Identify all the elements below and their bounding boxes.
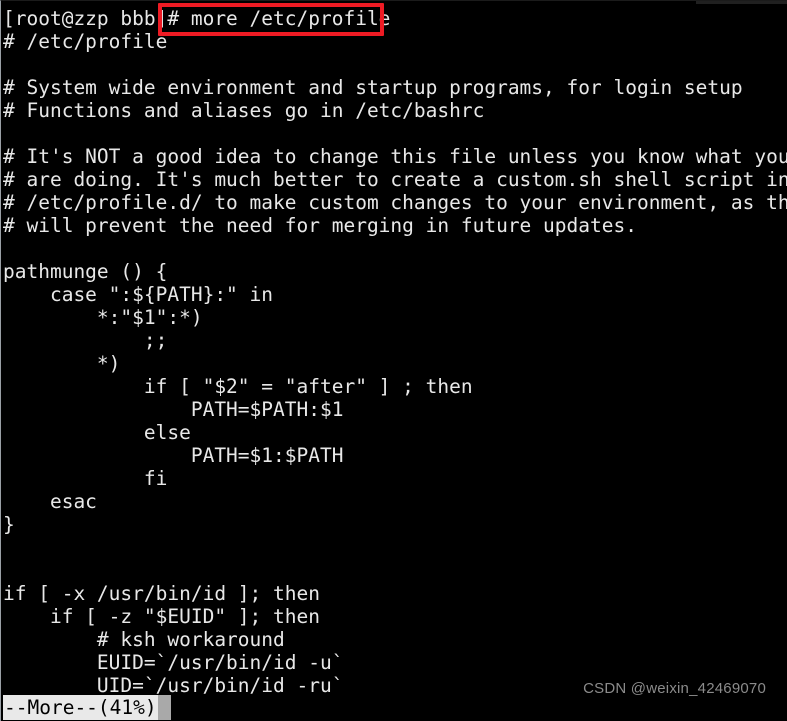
terminal-line: case ":${PATH}:" in xyxy=(3,283,274,306)
text-cursor xyxy=(157,695,171,720)
window-chrome-strip xyxy=(696,1,787,4)
terminal-line: PATH=$1:$PATH xyxy=(3,444,344,467)
more-status-bar[interactable]: --More--(41%) xyxy=(3,695,171,720)
terminal-line: # are doing. It's much better to create … xyxy=(3,168,787,191)
terminal-line: esac xyxy=(3,490,97,513)
terminal-line: if [ -z "$EUID" ]; then xyxy=(3,605,320,628)
terminal-line: # /etc/profile.d/ to make custom changes… xyxy=(3,191,787,214)
terminal-line: pathmunge () { xyxy=(3,260,168,283)
terminal-line: } xyxy=(3,513,15,536)
terminal-line: fi xyxy=(3,467,168,490)
more-status-label: --More--(41%) xyxy=(3,695,158,720)
terminal-line: *) xyxy=(3,352,121,375)
terminal-line: # /etc/profile xyxy=(3,30,168,53)
terminal-line: # It's NOT a good idea to change this fi… xyxy=(3,145,787,168)
terminal-line-prompt: [root@zzp bbb]# more /etc/profile xyxy=(3,7,391,30)
terminal-line: else xyxy=(3,421,191,444)
terminal-line: PATH=$PATH:$1 xyxy=(3,398,344,421)
terminal-window[interactable]: [root@zzp bbb]# more /etc/profile # /etc… xyxy=(0,0,787,721)
terminal-line: # will prevent the need for merging in f… xyxy=(3,214,637,237)
terminal-line: if [ -x /usr/bin/id ]; then xyxy=(3,582,320,605)
terminal-text-buffer: [root@zzp bbb]# more /etc/profile # /etc… xyxy=(3,7,787,697)
terminal-line: # System wide environment and startup pr… xyxy=(3,76,743,99)
terminal-line: UID=`/usr/bin/id -ru` xyxy=(3,674,344,697)
terminal-line: # ksh workaround xyxy=(3,628,285,651)
terminal-line: *:"$1":*) xyxy=(3,306,203,329)
terminal-line: ;; xyxy=(3,329,168,352)
terminal-line: EUID=`/usr/bin/id -u` xyxy=(3,651,344,674)
terminal-line: # Functions and aliases go in /etc/bashr… xyxy=(3,99,485,122)
terminal-line: if [ "$2" = "after" ] ; then xyxy=(3,375,473,398)
